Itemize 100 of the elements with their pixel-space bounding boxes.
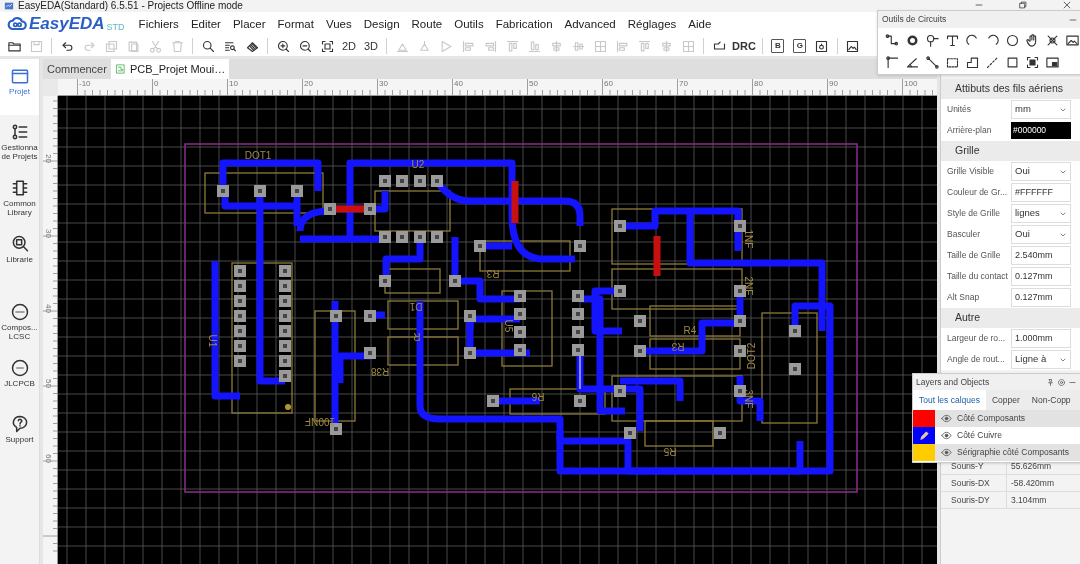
- track-icon: [884, 32, 900, 48]
- silkscreen-label[interactable]: R: [413, 331, 421, 341]
- align-icon: [614, 38, 630, 54]
- sidebar-item[interactable]: Common Library: [0, 171, 39, 227]
- align-icon: [636, 38, 652, 54]
- eye-icon: [941, 413, 952, 424]
- menu-item[interactable]: Réglages: [621, 14, 683, 34]
- silkscreen-label[interactable]: R4: [683, 326, 697, 336]
- align-icon: [504, 38, 520, 54]
- align-icon: [482, 38, 498, 54]
- property-label: Alt Snap: [946, 291, 981, 304]
- panel-title: Outils de Circuits: [882, 13, 947, 26]
- align-icon: [526, 38, 542, 54]
- folder-icon: [9, 66, 30, 86]
- layer-row[interactable]: Côté Composants: [913, 410, 1080, 427]
- status-label: Souris-DX: [950, 476, 991, 490]
- menu-item[interactable]: Aide: [682, 14, 718, 34]
- editor-tab[interactable]: PCB_Projet Moui…: [110, 59, 230, 79]
- property-label: Taille de Grille: [946, 249, 1002, 262]
- menu-item[interactable]: Editer: [184, 14, 227, 34]
- input-field[interactable]: 0.127mm: [1011, 267, 1071, 286]
- toolbar-button[interactable]: 3D: [360, 37, 382, 55]
- silkscreen-label[interactable]: R3: [486, 268, 500, 278]
- dropdown[interactable]: Oui: [1011, 225, 1071, 244]
- input-field[interactable]: 0.127mm: [1011, 288, 1071, 307]
- silkscreen-label[interactable]: 2NF: [743, 276, 753, 296]
- pcb-layout-drawing[interactable]: [184, 143, 858, 493]
- section-header[interactable]: Attibuts des fils aériens: [941, 79, 1080, 99]
- ruler-label: 80: [754, 79, 763, 88]
- silkscreen-label[interactable]: R5: [663, 446, 677, 456]
- silkscreen-label[interactable]: DOT2: [747, 342, 757, 370]
- silkscreen-label[interactable]: D1: [409, 301, 423, 311]
- document-button[interactable]: G: [788, 37, 811, 55]
- section-header[interactable]: Autre: [941, 308, 1080, 328]
- ruler-label: 20: [304, 79, 313, 88]
- sidebar-item[interactable]: Gestionna de Projets: [0, 115, 39, 171]
- menu-item[interactable]: Fichiers: [132, 14, 185, 34]
- layer-color-swatch[interactable]: [913, 427, 935, 444]
- silkscreen-label[interactable]: R38: [370, 366, 390, 376]
- silkscreen-label[interactable]: 1NF: [743, 229, 753, 249]
- document-button[interactable]: B: [766, 37, 789, 55]
- toolbar-button[interactable]: DRC: [730, 37, 758, 55]
- layer-row[interactable]: Sérigraphie côté Composants: [913, 444, 1080, 461]
- property-label: Couleur de Gr...: [946, 186, 1008, 199]
- ruler-label: 70: [679, 79, 688, 88]
- section-header[interactable]: Grille: [941, 141, 1080, 161]
- silkscreen-label[interactable]: U5: [503, 319, 513, 333]
- fit-view-icon: [319, 38, 335, 54]
- input-field[interactable]: 2.540mm: [1011, 246, 1071, 265]
- logo-suffix: STD: [106, 21, 125, 34]
- menu-item[interactable]: Vues: [319, 14, 358, 34]
- layer-color-swatch[interactable]: [913, 410, 935, 427]
- dropdown[interactable]: lignes: [1011, 204, 1071, 223]
- menu-item[interactable]: Outils: [448, 14, 490, 34]
- sidebar-item[interactable]: Librarie: [0, 227, 39, 283]
- pcb-file-icon: [114, 63, 126, 75]
- panel-tab[interactable]: Copper: [985, 390, 1026, 410]
- property-label: Angle de rout...: [946, 353, 1006, 366]
- status-label: Souris-Y: [950, 459, 985, 473]
- silkscreen-label[interactable]: R6: [531, 391, 545, 401]
- settings-button[interactable]: [1057, 377, 1066, 387]
- silkscreen-label[interactable]: 100NF: [305, 416, 335, 426]
- silkscreen-label[interactable]: 3NF: [743, 389, 753, 409]
- dropdown[interactable]: Oui: [1011, 162, 1071, 181]
- layer-name: Sérigraphie côté Composants: [957, 446, 1069, 459]
- toolbar-button[interactable]: 2D: [338, 37, 360, 55]
- panel-tab[interactable]: Non-Copp: [1025, 390, 1077, 410]
- settings-icon: [1057, 377, 1066, 387]
- document-gear-icon: [814, 38, 830, 54]
- menu-item[interactable]: Format: [271, 14, 320, 34]
- menu-item[interactable]: Fabrication: [489, 14, 559, 34]
- align-icon: [438, 38, 454, 54]
- dropdown[interactable]: mm: [1011, 100, 1071, 119]
- property-label: Grille Visible: [946, 165, 996, 178]
- sidebar-item[interactable]: JLCPCB: [0, 351, 39, 407]
- close-button[interactable]: [1062, 0, 1072, 10]
- silkscreen-label[interactable]: R3: [671, 341, 685, 351]
- save-icon: [28, 38, 44, 54]
- sidebar-item[interactable]: Support: [0, 407, 39, 463]
- zoom-out-icon: [297, 38, 313, 54]
- ruler-label: 100: [904, 79, 918, 88]
- dropdown[interactable]: Ligne à: [1011, 350, 1071, 369]
- panel-tab[interactable]: Tout les calques: [913, 390, 986, 410]
- document-image-icon: [845, 38, 861, 54]
- restore-button[interactable]: [1018, 0, 1028, 10]
- layer-color-swatch[interactable]: [913, 444, 935, 461]
- input-field[interactable]: 1.000mm: [1011, 329, 1071, 348]
- pin-button[interactable]: [1046, 377, 1055, 387]
- sidebar-item[interactable]: Compos... LCSC: [0, 295, 39, 351]
- input-field[interactable]: #FFFFFF: [1011, 183, 1071, 202]
- eye-icon: [941, 447, 952, 458]
- menu-item[interactable]: Placer: [226, 14, 272, 34]
- menu-item[interactable]: Route: [405, 14, 449, 34]
- paste-icon: [125, 38, 141, 54]
- color-field[interactable]: #000000: [1011, 122, 1071, 139]
- menu-item[interactable]: Design: [357, 14, 406, 34]
- sidebar-item[interactable]: Projet: [0, 59, 39, 115]
- silkscreen-label[interactable]: DOT1: [244, 151, 272, 161]
- ruler-label: 60: [604, 79, 613, 88]
- menu-item[interactable]: Advanced: [558, 14, 622, 34]
